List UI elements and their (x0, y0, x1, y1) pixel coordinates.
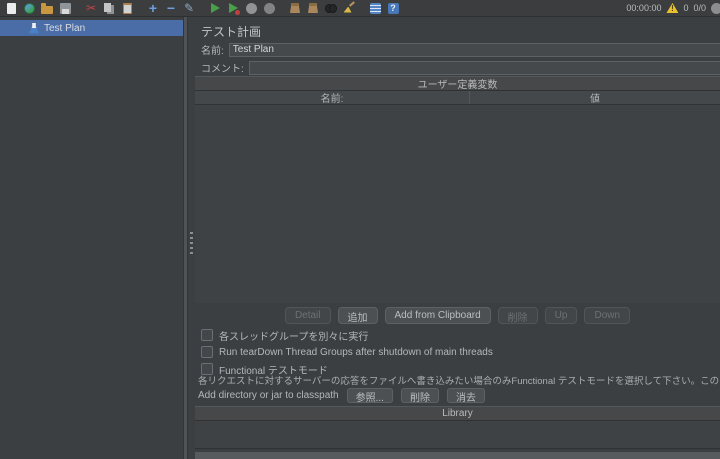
variables-buttons: Detail 追加 Add from Clipboard 削除 Up Down (195, 306, 720, 324)
function-helper-icon[interactable] (368, 1, 382, 15)
detail-button[interactable]: Detail (285, 307, 331, 324)
checkbox-label: 各スレッドグループを別々に実行 (219, 328, 368, 343)
run-groups-separately-checkbox[interactable] (201, 329, 213, 341)
tree-item-test-plan[interactable]: Test Plan (0, 20, 183, 36)
paste-icon[interactable] (120, 1, 134, 15)
search-icon[interactable] (324, 1, 338, 15)
toolbar: ✂ + − ✎ ? 00:00:00 ! 0 0/0 (0, 0, 720, 17)
templates-icon[interactable] (22, 1, 36, 15)
add-button[interactable]: 追加 (338, 307, 378, 324)
classpath-clear-button[interactable]: 消去 (447, 388, 485, 403)
horizontal-scrollbar[interactable] (195, 452, 720, 459)
panel-splitter[interactable] (188, 17, 195, 459)
shutdown-icon[interactable] (262, 1, 276, 15)
browse-button[interactable]: 参照... (347, 388, 393, 403)
column-name: 名前: (195, 91, 470, 104)
name-input[interactable] (229, 43, 720, 57)
clear-icon[interactable] (288, 1, 302, 15)
save-icon[interactable] (58, 1, 72, 15)
cut-icon[interactable]: ✂ (84, 1, 98, 15)
classpath-label: Add directory or jar to classpath (198, 390, 339, 401)
start-icon[interactable] (208, 1, 222, 15)
splitter-grip-icon[interactable] (190, 232, 193, 258)
active-thread-count: 0/0 (693, 3, 706, 13)
name-label: 名前: (201, 42, 224, 57)
checkbox-label: Run tearDown Thread Groups after shutdow… (219, 347, 493, 358)
library-header: Library (195, 406, 720, 421)
toolbar-status: 00:00:00 ! 0 0/0 (626, 3, 716, 14)
run-indicator-icon (711, 3, 720, 14)
variables-table-header: 名前: 値 (195, 91, 720, 105)
test-plan-panel: テスト計画 名前: コメント: ユーザー定義変数 名前: 値 Detail 追加… (195, 17, 720, 459)
run-groups-separately-row: 各スレッドグループを別々に実行 (201, 328, 368, 342)
start-no-timers-icon[interactable] (226, 1, 240, 15)
up-button[interactable]: Up (545, 307, 578, 324)
toggle-icon[interactable]: ✎ (182, 1, 196, 15)
copy-icon[interactable] (102, 1, 116, 15)
column-value: 値 (470, 91, 720, 104)
add-from-clipboard-button[interactable]: Add from Clipboard (385, 307, 491, 324)
elapsed-timer: 00:00:00 (626, 3, 661, 13)
clear-search-icon[interactable] (342, 1, 356, 15)
collapse-all-icon[interactable]: − (164, 1, 178, 15)
user-defined-variables-header: ユーザー定義変数 (195, 76, 720, 91)
comment-input[interactable] (249, 61, 720, 75)
teardown-groups-row: Run tearDown Thread Groups after shutdow… (201, 345, 493, 359)
functional-mode-note: 各リクエストに対するサーバーの応答をファイルへ書き込みたい場合のみFunctio… (198, 373, 720, 387)
page-title: テスト計画 (201, 23, 261, 40)
classpath-delete-button[interactable]: 削除 (401, 388, 439, 403)
test-plan-icon (29, 23, 39, 34)
test-plan-tree: Test Plan (0, 17, 183, 459)
warning-count: 0 (683, 3, 688, 13)
library-list[interactable] (195, 421, 720, 449)
help-icon[interactable]: ? (386, 1, 400, 15)
classpath-row: Add directory or jar to classpath 参照... … (198, 387, 720, 404)
comment-label: コメント: (201, 60, 244, 75)
down-button[interactable]: Down (584, 307, 630, 324)
new-file-icon[interactable] (4, 1, 18, 15)
expand-all-icon[interactable]: + (146, 1, 160, 15)
log-warning-icon[interactable]: ! (666, 3, 678, 13)
variables-table[interactable] (195, 105, 720, 303)
teardown-groups-checkbox[interactable] (201, 346, 213, 358)
delete-button[interactable]: 削除 (498, 307, 538, 324)
tree-item-label: Test Plan (44, 23, 85, 34)
open-folder-icon[interactable] (40, 1, 54, 15)
stop-icon[interactable] (244, 1, 258, 15)
clear-all-icon[interactable] (306, 1, 320, 15)
